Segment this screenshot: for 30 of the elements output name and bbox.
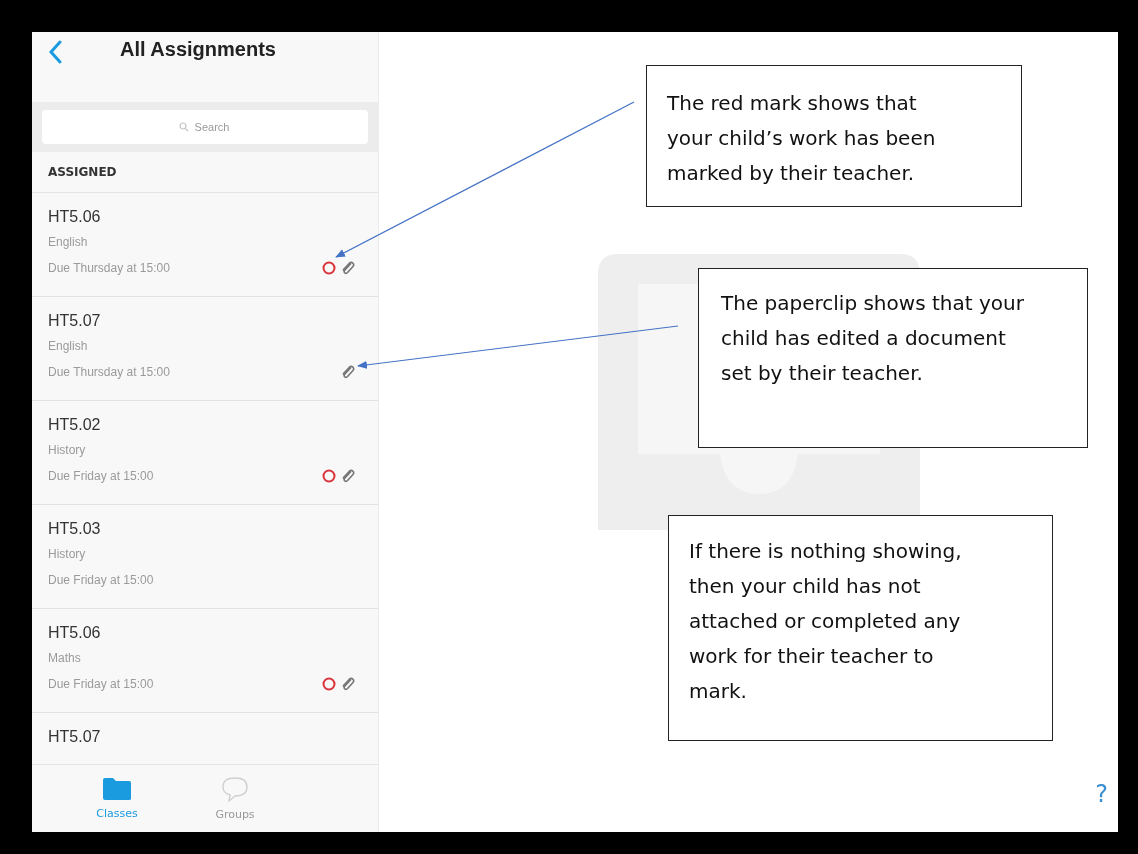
assignment-subject: English [48,338,89,355]
annotation-callout: The red mark shows that your child’s work has been marked by their teacher. [646,65,1022,207]
annotation-callout: If there is nothing showing, then your child has not attached or completed any work for their teacher to mark. [668,515,1053,741]
assignment-row[interactable]: HT5.07 English Due Thursday at 15:00 [32,297,378,401]
assignment-title: HT5.02 [48,415,102,435]
assignment-title: HT5.06 [48,623,102,643]
assignment-title: HT5.03 [48,519,102,539]
due-date: Due Friday at 15:00 [48,572,154,589]
due-date: Due Thursday at 15:00 [48,260,170,277]
assignment-title: HT5.07 [48,727,102,747]
due-date: Due Thursday at 15:00 [48,364,170,381]
due-date: Due Friday at 15:00 [48,676,154,693]
annotation-callout: The paperclip shows that your child has edited a document set by their teacher. [698,268,1088,448]
screen-title: All Assignments [120,38,276,61]
assignment-row[interactable]: HT5.02 History Due Friday at 15:00 [32,401,378,505]
search-field[interactable]: Search [42,110,368,144]
assignment-title: HT5.06 [48,207,102,227]
back-chevron-icon[interactable] [48,40,62,64]
assignment-subject: English [48,234,89,251]
section-header: ASSIGNED [32,152,378,193]
due-date: Due Friday at 15:00 [48,468,154,485]
assignment-row[interactable]: HT5.06 English Due Thursday at 15:00 [32,193,378,297]
assignment-subject: History [48,442,87,459]
assignment-title: HT5.07 [48,311,102,331]
assignment-subject: Maths [48,650,82,667]
assignment-row[interactable]: HT5.03 History Due Friday at 15:00 [32,505,378,609]
folder-icon [102,777,132,801]
speech-bubble-icon [220,776,250,802]
assignment-subject: History [48,546,87,563]
assignment-row[interactable]: HT5.06 Maths Due Friday at 15:00 [32,609,378,713]
